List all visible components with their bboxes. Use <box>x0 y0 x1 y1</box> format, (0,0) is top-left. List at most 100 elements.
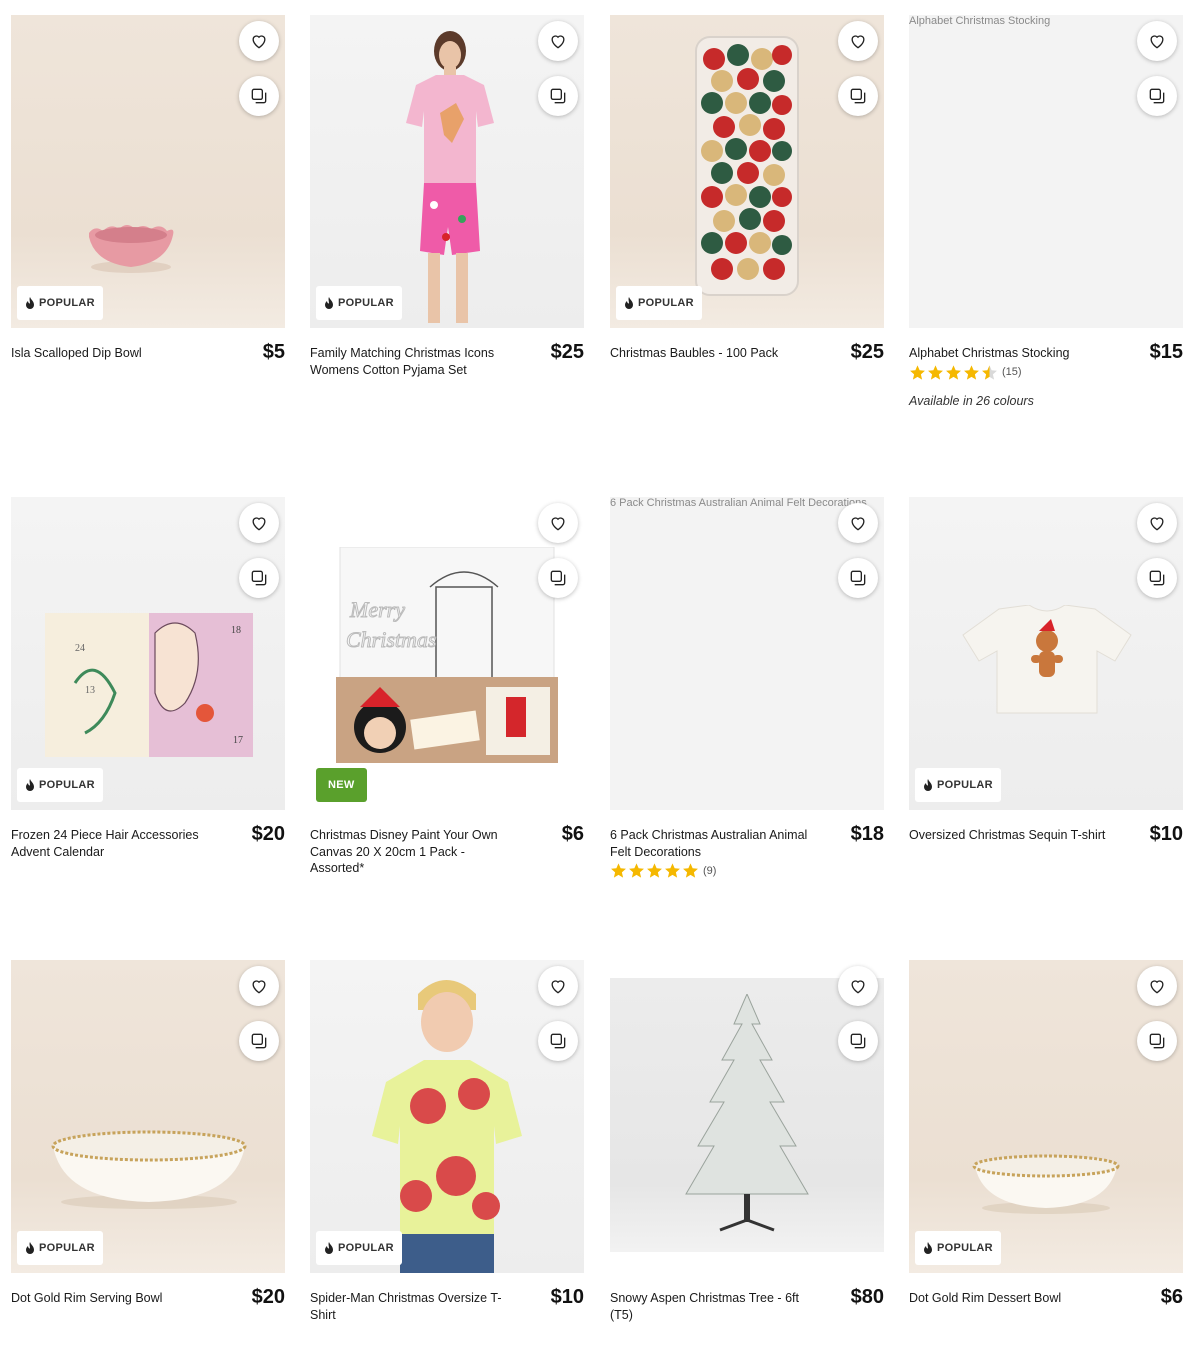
product-image[interactable]: POPULAR <box>11 15 285 328</box>
popular-badge: POPULAR <box>915 768 1001 802</box>
compare-button[interactable] <box>239 558 279 598</box>
heart-icon <box>1150 517 1164 531</box>
star-icon <box>910 364 925 380</box>
compare-button[interactable] <box>1137 1021 1177 1061</box>
compare-button[interactable] <box>538 1021 578 1061</box>
svg-text:24: 24 <box>75 643 85 654</box>
dessert-bowl-illustration <box>972 1154 1120 1214</box>
badge-label: POPULAR <box>937 779 993 791</box>
flame-icon <box>325 297 333 309</box>
compare-icon <box>1149 570 1165 586</box>
advent-calendar-illustration: 24 13 18 17 <box>45 613 253 757</box>
product-image[interactable]: POPULAR <box>909 497 1183 810</box>
wishlist-button[interactable] <box>1137 21 1177 61</box>
product-image[interactable]: Merry Christmas NEW <box>310 497 584 810</box>
compare-button[interactable] <box>1137 558 1177 598</box>
wishlist-button[interactable] <box>838 966 878 1006</box>
flame-icon <box>26 779 34 791</box>
product-card[interactable]: POPULAR Spider-Man Christmas Oversize T-… <box>310 960 584 1368</box>
colour-availability: Available in 26 colours <box>909 393 1034 408</box>
product-name[interactable]: Snowy Aspen Christmas Tree - 6ft (T5) <box>610 1290 810 1323</box>
product-name[interactable]: 6 Pack Christmas Australian Animal Felt … <box>610 827 810 860</box>
product-card[interactable]: 6 Pack Christmas Australian Animal Felt … <box>610 497 884 920</box>
product-name[interactable]: Dot Gold Rim Serving Bowl <box>11 1290 211 1307</box>
product-card[interactable]: 24 13 18 17 POPULAR Frozen 24 Piece Hair… <box>11 497 285 920</box>
product-card[interactable]: Alphabet Christmas Stocking Alphabet Chr… <box>909 15 1183 438</box>
product-card[interactable]: POPULAR Christmas Baubles - 100 Pack $25 <box>610 15 884 438</box>
star-rating[interactable]: (9) <box>610 862 884 879</box>
product-image[interactable]: POPULAR <box>310 960 584 1273</box>
wishlist-button[interactable] <box>1137 966 1177 1006</box>
product-name[interactable]: Oversized Christmas Sequin T-shirt <box>909 827 1109 844</box>
popular-badge: POPULAR <box>17 1231 103 1265</box>
product-image[interactable] <box>610 960 884 1273</box>
badge-label: POPULAR <box>39 297 95 309</box>
product-image[interactable]: POPULAR <box>909 960 1183 1273</box>
product-image[interactable]: POPULAR <box>610 15 884 328</box>
star-icon <box>647 863 662 878</box>
wishlist-button[interactable] <box>1137 503 1177 543</box>
product-image[interactable]: 24 13 18 17 POPULAR <box>11 497 285 810</box>
product-card[interactable]: POPULAR Dot Gold Rim Serving Bowl $20 <box>11 960 285 1368</box>
product-card[interactable]: Merry Christmas NEW Christmas Disney Pai… <box>310 497 584 920</box>
wishlist-button[interactable] <box>239 503 279 543</box>
heart-icon <box>551 517 565 531</box>
compare-icon <box>251 88 267 104</box>
christmas-tree-illustration <box>685 994 809 1232</box>
compare-button[interactable] <box>538 76 578 116</box>
product-name[interactable]: Dot Gold Rim Dessert Bowl <box>909 1290 1109 1307</box>
product-image[interactable]: POPULAR <box>11 960 285 1273</box>
heart-icon <box>851 35 865 49</box>
wishlist-button[interactable] <box>538 966 578 1006</box>
compare-button[interactable] <box>838 76 878 116</box>
product-name[interactable]: Spider-Man Christmas Oversize T-Shirt <box>310 1290 510 1323</box>
flame-icon <box>26 297 34 309</box>
image-alt-text: Alphabet Christmas Stocking <box>909 15 1051 27</box>
wishlist-button[interactable] <box>239 966 279 1006</box>
product-card[interactable]: Snowy Aspen Christmas Tree - 6ft (T5) $8… <box>610 960 884 1368</box>
flame-icon <box>924 779 932 791</box>
compare-icon <box>550 570 566 586</box>
popular-badge: POPULAR <box>616 286 702 320</box>
heart-icon <box>851 980 865 994</box>
product-price: $6 <box>561 823 584 845</box>
product-name[interactable]: Christmas Baubles - 100 Pack <box>610 345 810 362</box>
product-name[interactable]: Frozen 24 Piece Hair Accessories Advent … <box>11 827 211 860</box>
product-image[interactable]: POPULAR <box>310 15 584 328</box>
serving-bowl-illustration <box>51 1130 247 1209</box>
compare-button[interactable] <box>838 558 878 598</box>
product-price: $15 <box>1149 341 1183 363</box>
badge-label: POPULAR <box>638 297 694 309</box>
product-card[interactable]: POPULAR Dot Gold Rim Dessert Bowl $6 <box>909 960 1183 1368</box>
product-image[interactable]: Alphabet Christmas Stocking <box>909 15 1183 328</box>
product-name[interactable]: Christmas Disney Paint Your Own Canvas 2… <box>310 827 510 877</box>
star-rating[interactable]: (15) <box>909 364 1183 381</box>
heart-icon <box>1150 980 1164 994</box>
popular-badge: POPULAR <box>17 768 103 802</box>
wishlist-button[interactable] <box>538 503 578 543</box>
wishlist-button[interactable] <box>538 21 578 61</box>
tshirt-illustration <box>962 605 1132 714</box>
wishlist-button[interactable] <box>239 21 279 61</box>
compare-button[interactable] <box>239 76 279 116</box>
review-count: (15) <box>1002 366 1022 378</box>
compare-button[interactable] <box>239 1021 279 1061</box>
badge-label: POPULAR <box>39 1242 95 1254</box>
compare-button[interactable] <box>1137 76 1177 116</box>
paint-canvas-illustration: Merry Christmas <box>336 547 558 763</box>
product-card[interactable]: POPULAR Isla Scalloped Dip Bowl $5 <box>11 15 285 438</box>
product-name[interactable]: Isla Scalloped Dip Bowl <box>11 345 211 362</box>
product-price: $25 <box>850 341 884 363</box>
product-image[interactable]: 6 Pack Christmas Australian Animal Felt … <box>610 497 884 810</box>
product-name[interactable]: Family Matching Christmas Icons Womens C… <box>310 345 510 378</box>
compare-button[interactable] <box>838 1021 878 1061</box>
product-card[interactable]: POPULAR Oversized Christmas Sequin T-shi… <box>909 497 1183 920</box>
product-card[interactable]: POPULAR Family Matching Christmas Icons … <box>310 15 584 438</box>
wishlist-button[interactable] <box>838 21 878 61</box>
compare-button[interactable] <box>538 558 578 598</box>
compare-icon <box>1149 88 1165 104</box>
product-price: $10 <box>550 1286 584 1308</box>
wishlist-button[interactable] <box>838 503 878 543</box>
star-icon <box>629 863 644 878</box>
product-name[interactable]: Alphabet Christmas Stocking <box>909 345 1109 362</box>
